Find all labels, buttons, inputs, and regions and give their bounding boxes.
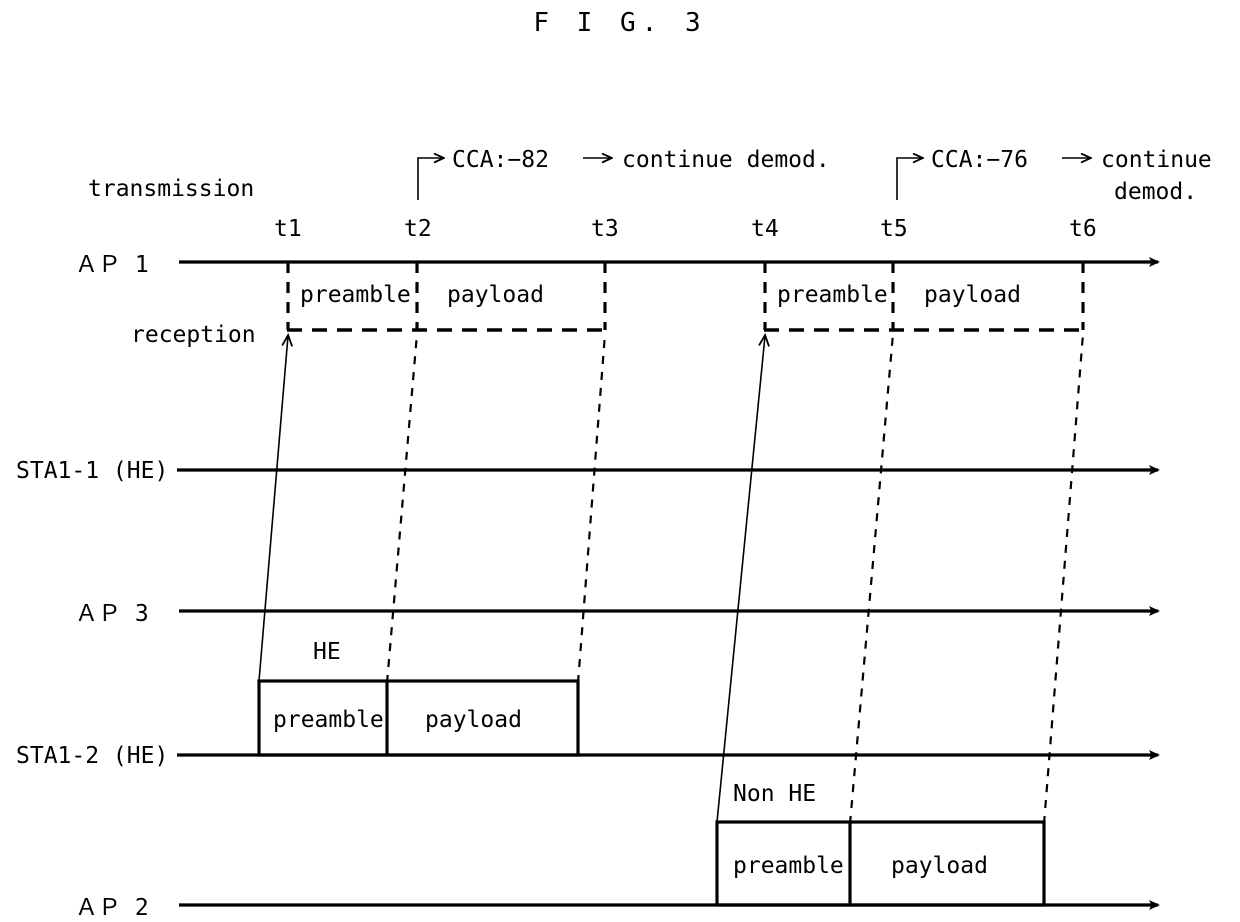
cca-callout-2: CCA:−76 continue demod. (896, 147, 1212, 205)
cca-callout-1-value: CCA:−82 (452, 147, 549, 173)
propagation-line-t2 (385, 333, 419, 684)
propagation-arrow-t1 (258, 336, 288, 682)
figure-root: F I G. 3 CCA:−82 continue demod. CCA:−76 (0, 0, 1240, 922)
cca-callout-1-leader (417, 158, 443, 200)
ap1-frame-2: preamble payload (763, 262, 1085, 332)
time-marker-t5: t5 (880, 216, 908, 242)
he-type-label: HE (313, 639, 341, 665)
ap1-frame-2-payload-label: payload (924, 282, 1021, 308)
cca-callout-2-result-line1: continue (1101, 147, 1212, 173)
ap2-nonhe-frame: preamble payload Non HE (715, 781, 1046, 907)
reception-label: reception (131, 322, 256, 348)
time-marker-t4: t4 (751, 216, 779, 242)
ap1-frame-1: preamble payload (286, 262, 607, 332)
ap1-frame-1-payload-label: payload (447, 282, 544, 308)
time-marker-t6: t6 (1069, 216, 1097, 242)
time-marker-t2: t2 (404, 216, 432, 242)
cca-callout-2-value: CCA:−76 (931, 147, 1028, 173)
cca-callout-1-result: continue demod. (622, 147, 830, 173)
sta1-2-he-preamble-label: preamble (273, 707, 384, 733)
time-marker-t1: t1 (274, 216, 302, 242)
timeline-label-ap2: ＡＰ 2 (75, 895, 149, 921)
ap2-nonhe-payload-label: payload (891, 853, 988, 879)
ap1-frame-2-preamble-label: preamble (777, 282, 888, 308)
timeline-label-sta1-2: STA1-2 (HE) (16, 743, 168, 769)
propagation-line-t3 (576, 333, 607, 684)
timeline-label-ap1: ＡＰ 1 (75, 252, 149, 278)
sta1-2-he-frame: preamble payload HE (257, 639, 580, 757)
cca-callout-2-result-line2: demod. (1114, 179, 1197, 205)
cca-callout-1: CCA:−82 continue demod. (417, 147, 830, 200)
ap1-frame-1-preamble-label: preamble (300, 282, 411, 308)
sta1-2-he-payload-label: payload (425, 707, 522, 733)
propagation-line-t6 (1042, 333, 1085, 825)
timing-diagram: CCA:−82 continue demod. CCA:−76 continue… (16, 147, 1212, 921)
timeline-label-ap3: ＡＰ 3 (75, 601, 149, 627)
time-marker-t3: t3 (591, 216, 619, 242)
non-he-type-label: Non HE (733, 781, 816, 807)
cca-callout-2-leader (896, 158, 922, 200)
propagation-arrow-t4 (716, 336, 765, 823)
ap2-nonhe-preamble-label: preamble (733, 853, 844, 879)
propagation-line-t5 (848, 333, 895, 825)
transmission-label: transmission (88, 176, 254, 202)
propagation-lines-right (716, 333, 1085, 825)
timeline-label-sta1-1: STA1-1 (HE) (16, 458, 168, 484)
propagation-lines-left (258, 333, 607, 684)
